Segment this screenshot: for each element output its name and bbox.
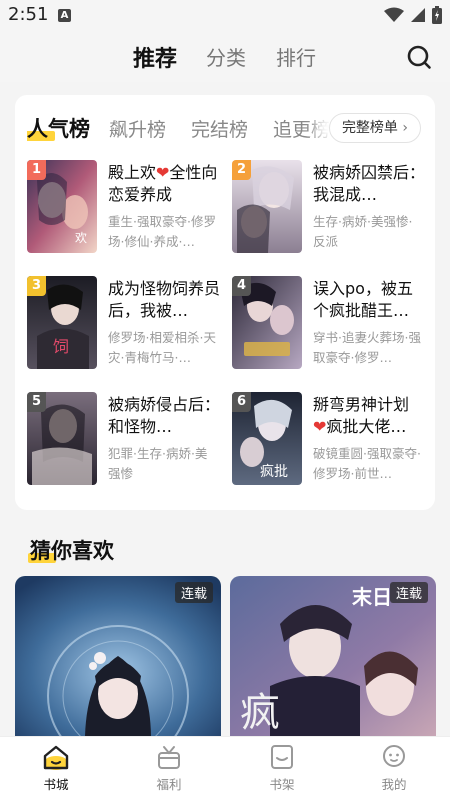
book-item[interactable]: 2 被病娇囚禁后：我混成… 生存·病娇·美强惨·反派 <box>232 160 427 255</box>
book-tags: 穿书·追妻火葬场·强取豪夺·修罗… <box>313 330 421 365</box>
book-tags: 生存·病娇·美强惨·反派 <box>313 214 413 249</box>
book-item[interactable]: 饲 3 成为怪物饲养员后，我被… 修罗场·相爱相杀·天灾·青梅竹马·… <box>27 276 222 371</box>
rank-badge: 5 <box>27 392 46 412</box>
tab-ranking[interactable]: 排行 <box>276 42 316 71</box>
book-title: 被病娇侵占后：和怪物… <box>108 395 221 436</box>
rank-badge: 1 <box>27 160 46 180</box>
book-cover: 2 <box>232 160 302 253</box>
cover-title-glyph: 疯 <box>240 690 280 736</box>
full-list-label: 完整榜单 <box>341 120 398 136</box>
book-tags: 破镜重圆·强取豪夺·修罗场·前世… <box>313 446 421 481</box>
book-item[interactable]: 5 被病娇侵占后：和怪物… 犯罪·生存·病娇·美强惨 <box>27 392 222 487</box>
serial-status-badge: 连载 <box>389 582 428 603</box>
tab-rising[interactable]: 飙升榜 <box>109 115 166 142</box>
status-time: 2:51 <box>8 4 49 25</box>
nav-label: 福利 <box>156 777 182 792</box>
book-item[interactable]: 4 误入po，被五个疯批醋王… 穿书·追妻火葬场·强取豪夺·修罗… <box>232 276 427 371</box>
book-cover: 5 <box>27 392 97 485</box>
tab-following[interactable]: 追更榜 <box>273 115 330 142</box>
rank-badge: 4 <box>232 276 251 296</box>
book-tags: 重生·强取豪夺·修罗场·修仙·养成·… <box>108 214 216 249</box>
notification-icon: A <box>58 9 71 22</box>
nav-profile[interactable]: 我的 <box>364 743 424 793</box>
bookshelf-icon <box>271 745 293 769</box>
heart-icon: ❤ <box>156 163 170 182</box>
nav-welfare[interactable]: 福利 <box>139 743 199 793</box>
profile-icon <box>383 745 405 767</box>
book-title: 被病娇囚禁后：我混成… <box>313 163 426 204</box>
rank-badge: 6 <box>232 392 251 412</box>
book-tags: 修罗场·相爱相杀·天灾·青梅竹马·… <box>108 330 216 365</box>
home-icon <box>43 745 69 770</box>
book-title: 掰弯男神计划 ❤疯批大佬… <box>313 394 427 438</box>
tab-recommend[interactable]: 推荐 <box>133 41 177 73</box>
recommend-card[interactable]: 连载 <box>15 576 221 736</box>
nav-label: 书架 <box>269 777 295 792</box>
recommend-card[interactable]: 疯 末日 连载 <box>230 576 436 736</box>
book-title-part: 掰弯男神计划 <box>313 395 410 414</box>
bottom-nav: 书城 福利 书架 我的 <box>0 736 450 800</box>
tab-popular[interactable]: 人气榜 <box>27 113 90 143</box>
rank-badge: 3 <box>27 276 46 296</box>
book-item[interactable]: 欢 1 殿上欢❤全性向恋爱养成 重生·强取豪夺·修罗场·修仙·养成·… <box>27 160 222 255</box>
wifi-icon <box>384 7 404 22</box>
nav-label: 书城 <box>43 777 69 792</box>
cover-title-text: 末日 <box>352 585 392 609</box>
svg-text:欢: 欢 <box>75 230 87 245</box>
book-cover: 疯批 6 <box>232 392 302 485</box>
serial-status-badge: 连载 <box>174 582 213 603</box>
tab-category[interactable]: 分类 <box>206 42 246 71</box>
status-bar: 2:51 A <box>0 0 450 32</box>
section-title: 猜你喜欢 <box>28 535 114 565</box>
book-title: 误入po，被五个疯批醋王… <box>313 279 413 320</box>
signal-icon <box>411 8 425 22</box>
book-title: 成为怪物饲养员后，我被… <box>108 279 221 320</box>
book-cover: 饲 3 <box>27 276 97 369</box>
heart-icon: ❤ <box>313 417 327 436</box>
full-list-button[interactable]: 完整榜单 › <box>328 113 421 143</box>
gift-icon <box>158 746 180 769</box>
book-title-part: 殿上欢 <box>108 163 157 182</box>
search-icon[interactable] <box>406 44 432 70</box>
status-icons <box>384 6 442 24</box>
svg-text:饲: 饲 <box>53 337 69 356</box>
top-nav: 推荐 分类 排行 <box>0 32 450 82</box>
tab-completed[interactable]: 完结榜 <box>191 115 248 142</box>
nav-label: 我的 <box>381 777 407 792</box>
rank-badge: 2 <box>232 160 251 180</box>
svg-text:疯批: 疯批 <box>260 464 288 480</box>
ranking-card: 人气榜 飙升榜 完结榜 追更榜 完整榜单 › 欢 1 殿上欢❤全性向恋爱养成 重… <box>15 95 435 510</box>
book-item[interactable]: 疯批 6 掰弯男神计划 ❤疯批大佬… 破镜重圆·强取豪夺·修罗场·前世… <box>232 392 427 487</box>
chevron-right-icon: › <box>402 120 408 136</box>
nav-bookshelf[interactable]: 书架 <box>252 743 312 793</box>
book-title-part: 疯批大佬… <box>326 417 407 436</box>
book-cover: 4 <box>232 276 302 369</box>
book-title: 殿上欢❤全性向恋爱养成 <box>108 162 222 206</box>
book-cover: 欢 1 <box>27 160 97 253</box>
battery-icon <box>432 6 442 24</box>
nav-bookstore[interactable]: 书城 <box>26 743 86 793</box>
book-tags: 犯罪·生存·病娇·美强惨 <box>108 446 208 481</box>
